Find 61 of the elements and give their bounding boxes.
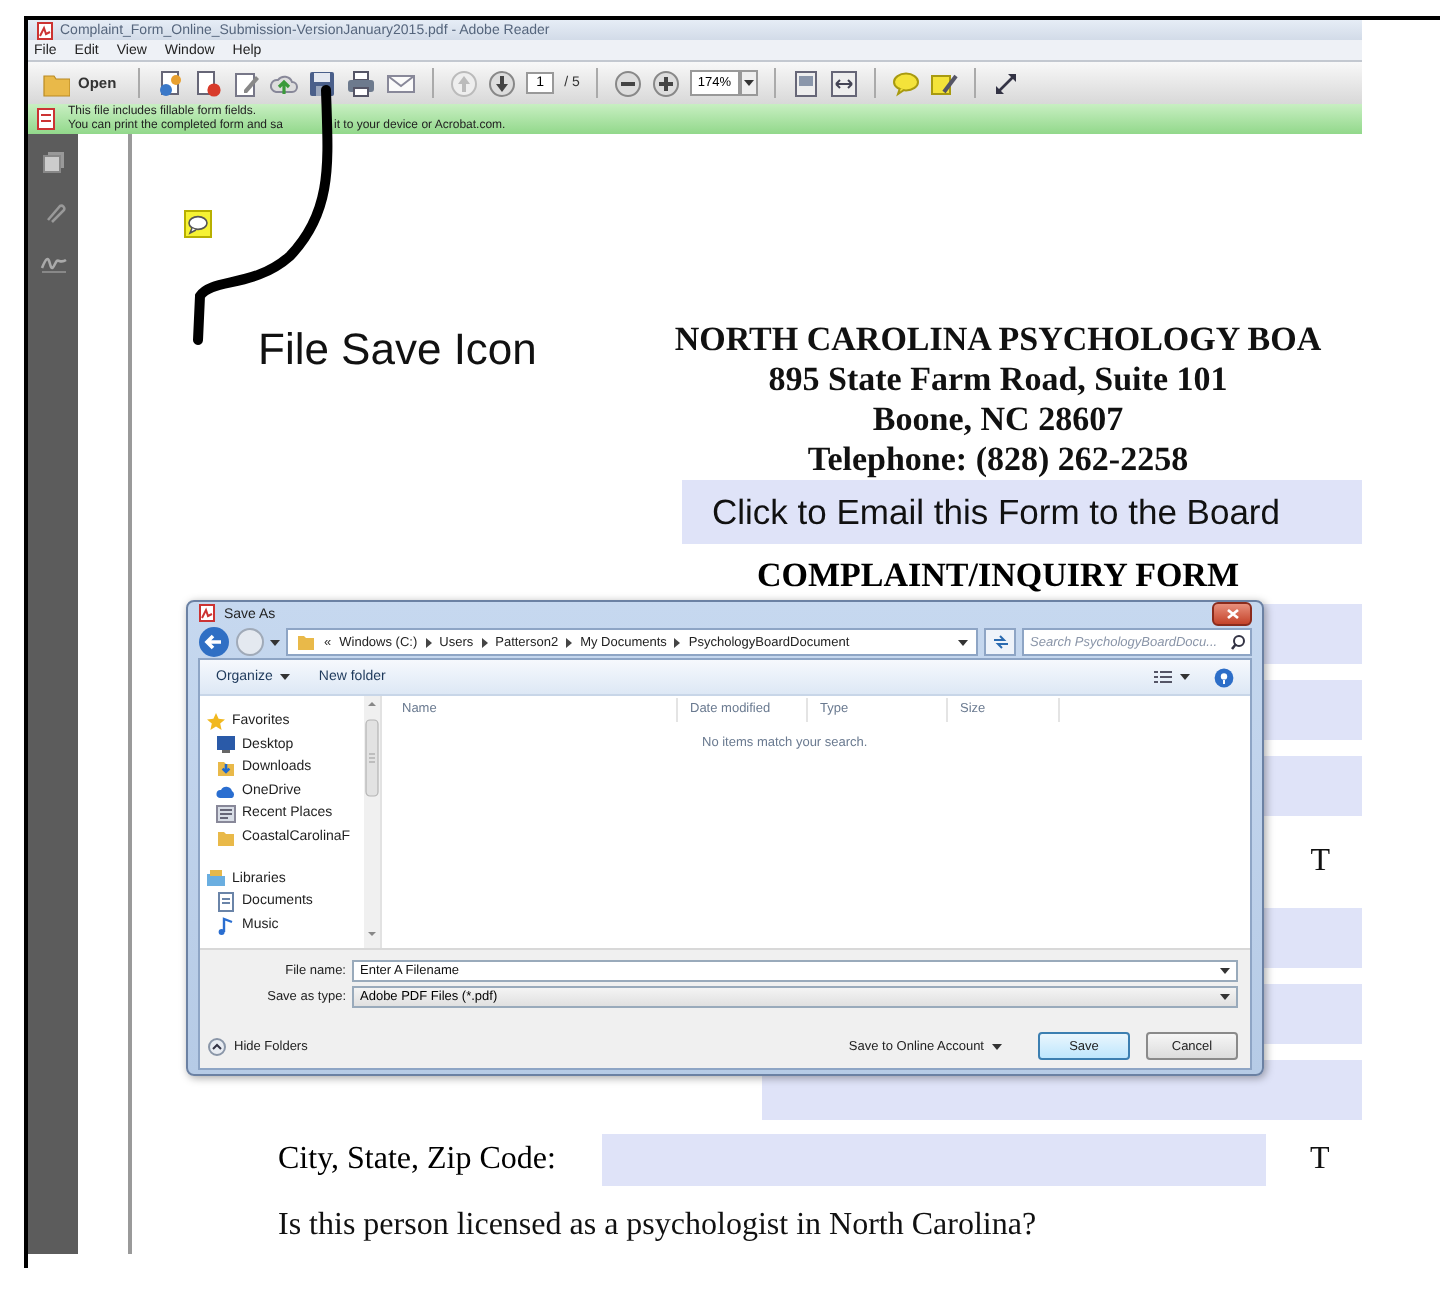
pages-icon[interactable]: [41, 150, 65, 174]
zoom-in-icon[interactable]: [651, 69, 680, 97]
document-icon[interactable]: [156, 69, 185, 97]
heading-line: NORTH CAROLINA PSYCHOLOGY BOA: [674, 320, 1322, 360]
expand-icon[interactable]: [991, 69, 1019, 97]
form-field[interactable]: [602, 1134, 1266, 1186]
chevron-icon: [674, 637, 681, 647]
fit-page-icon[interactable]: [791, 69, 819, 97]
form-question: Is this person licensed as a psychologist in North Carolina?: [278, 1206, 1039, 1246]
print-icon[interactable]: [346, 69, 377, 97]
music-icon: [216, 915, 236, 936]
pdf-icon: [198, 604, 218, 624]
caret-icon[interactable]: [958, 639, 968, 645]
pdf-icon: [36, 21, 54, 39]
caret-icon[interactable]: [270, 639, 280, 645]
email-icon[interactable]: [386, 69, 417, 97]
caret-icon: [1220, 994, 1230, 1000]
scrollbar[interactable]: [364, 696, 380, 948]
form-label: T: [1310, 1142, 1330, 1178]
sign-icon[interactable]: [929, 69, 957, 97]
refresh-icon: [991, 634, 1009, 650]
folder-icon: [216, 827, 236, 848]
email-form-button[interactable]: Click to Email this Form to the Board: [682, 480, 1362, 544]
folder-icon: [42, 69, 70, 97]
caret-icon: [743, 80, 753, 86]
annotation-label: File Save Icon: [258, 322, 539, 378]
desktop-icon: [216, 734, 236, 755]
library-icon: [206, 868, 226, 889]
heading-line: Boone, NC 28607: [872, 400, 1124, 440]
form-title: COMPLAINT/INQUIRY FORM: [754, 554, 1241, 598]
paperclip-icon[interactable]: [41, 200, 65, 224]
search-icon[interactable]: [1230, 634, 1246, 650]
document-icon[interactable]: [194, 69, 223, 97]
chevron-icon: [425, 637, 432, 647]
close-icon: [1225, 608, 1239, 620]
close-button[interactable]: [1212, 602, 1252, 626]
chevron-icon: [481, 637, 488, 647]
help-icon[interactable]: [1214, 667, 1234, 687]
form-label: T: [1310, 844, 1330, 880]
refresh-button[interactable]: [984, 628, 1016, 656]
collapse-icon: [208, 1037, 226, 1055]
heading-line: 895 State Farm Road, Suite 101: [768, 360, 1228, 400]
back-button-icon[interactable]: [198, 626, 230, 658]
cloud-icon: [216, 781, 236, 802]
form-label: City, State, Zip Code:: [278, 1142, 558, 1178]
form-icon: [36, 108, 56, 130]
caret-icon: [280, 674, 291, 680]
list-view-icon: [1154, 670, 1172, 684]
download-icon: [216, 757, 236, 778]
chevron-icon: [566, 637, 573, 647]
star-icon: [206, 711, 226, 732]
heading-line: Telephone: (828) 262-2258: [807, 440, 1189, 480]
note-icon[interactable]: [184, 210, 212, 238]
recent-icon: [216, 804, 236, 825]
fit-width-icon[interactable]: [829, 69, 857, 97]
comment-icon[interactable]: [891, 69, 919, 97]
zoom-out-icon[interactable]: [613, 69, 642, 97]
folder-icon: [296, 632, 316, 652]
view-button[interactable]: [1150, 670, 1194, 684]
document-icon: [216, 891, 236, 912]
edit-icon[interactable]: [232, 69, 261, 97]
